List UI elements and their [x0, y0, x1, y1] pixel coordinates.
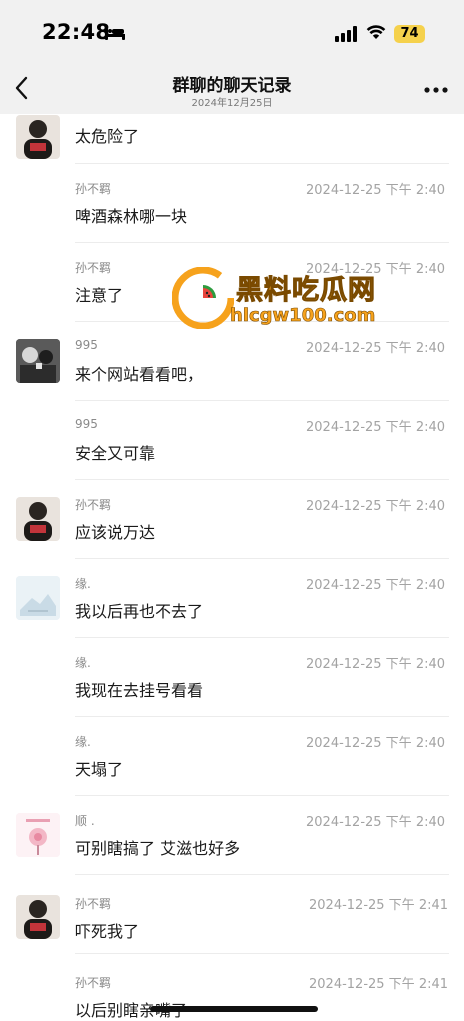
- sender-name: 995: [75, 338, 98, 352]
- list-item[interactable]: 995 2024-12-25 下午 2:40 安全又可靠: [0, 401, 464, 480]
- status-time: 22:48: [42, 20, 111, 44]
- more-dots-icon[interactable]: [424, 86, 448, 94]
- list-item[interactable]: 孙不羁 2024-12-25 下午 2:41 吓死我了: [0, 875, 464, 954]
- wifi-icon: [366, 25, 386, 39]
- avatar: [16, 115, 60, 159]
- avatar: [16, 895, 60, 939]
- list-item[interactable]: 缘. 2024-12-25 下午 2:40 我现在去挂号看看: [0, 638, 464, 717]
- nav-bar: 群聊的聊天记录 2024年12月25日: [0, 62, 464, 114]
- sender-name: 缘.: [75, 577, 91, 591]
- message-time: 2024-12-25 下午 2:40: [306, 341, 446, 356]
- page-subtitle: 2024年12月25日: [191, 98, 273, 109]
- message-time: 2024-12-25 下午 2:41: [309, 977, 449, 992]
- sender-name: 孙不羁: [75, 182, 112, 196]
- avatar: [16, 576, 60, 620]
- list-item[interactable]: 太危险了: [0, 114, 464, 164]
- sender-name: 孙不羁: [75, 261, 112, 275]
- list-item[interactable]: 缘. 2024-12-25 下午 2:40 天塌了: [0, 717, 464, 796]
- message-text: 安全又可靠: [75, 444, 156, 463]
- sleep-focus-icon: [105, 26, 125, 40]
- sender-name: 缘.: [75, 735, 91, 749]
- watermark-title: 黑料吃瓜网: [236, 275, 376, 307]
- message-text: 注意了: [75, 286, 124, 305]
- avatar: [16, 339, 60, 383]
- sender-name: 995: [75, 417, 98, 431]
- status-bar: 22:48 74: [0, 0, 464, 62]
- message-text: 可别瞎搞了 艾滋也好多: [75, 839, 241, 858]
- sender-name: 缘.: [75, 656, 91, 670]
- message-text: 我以后再也不去了: [75, 602, 204, 621]
- list-item[interactable]: 顺 . 2024-12-25 下午 2:40 可别瞎搞了 艾滋也好多: [0, 796, 464, 875]
- message-text: 来个网站看看吧，: [75, 365, 204, 384]
- watermark-logo-icon: [172, 267, 234, 329]
- watermark-url: hlcgw100.com: [230, 305, 376, 327]
- battery-icon: 74: [394, 25, 425, 43]
- home-indicator[interactable]: [150, 1006, 318, 1012]
- cellular-signal-icon: [335, 26, 357, 42]
- avatar: [16, 813, 60, 857]
- message-time: 2024-12-25 下午 2:40: [306, 183, 446, 198]
- message-time: 2024-12-25 下午 2:40: [306, 815, 446, 830]
- message-text: 我现在去挂号看看: [75, 681, 204, 700]
- message-time: 2024-12-25 下午 2:40: [306, 420, 446, 435]
- page-title: 群聊的聊天记录: [172, 76, 292, 96]
- message-text: 吓死我了: [75, 922, 140, 941]
- sender-name: 孙不羁: [75, 897, 112, 911]
- list-item[interactable]: 孙不羁 2024-12-25 下午 2:40 应该说万达: [0, 480, 464, 559]
- message-time: 2024-12-25 下午 2:40: [306, 578, 446, 593]
- message-text: 啤酒森林哪一块: [75, 207, 188, 226]
- list-item[interactable]: 缘. 2024-12-25 下午 2:40 我以后再也不去了: [0, 559, 464, 638]
- list-item[interactable]: 孙不羁 2024-12-25 下午 2:40 啤酒森林哪一块: [0, 164, 464, 243]
- message-time: 2024-12-25 下午 2:40: [306, 657, 446, 672]
- message-text: 天塌了: [75, 760, 124, 779]
- watermark: 黑料吃瓜网 hlcgw100.com: [172, 265, 412, 335]
- message-time: 2024-12-25 下午 2:40: [306, 736, 446, 751]
- message-text: 太危险了: [75, 127, 140, 146]
- sender-name: 孙不羁: [75, 976, 112, 990]
- message-text: 应该说万达: [75, 523, 156, 542]
- avatar: [16, 497, 60, 541]
- sender-name: 顺 .: [75, 814, 95, 828]
- message-time: 2024-12-25 下午 2:41: [309, 898, 449, 913]
- sender-name: 孙不羁: [75, 498, 112, 512]
- message-time: 2024-12-25 下午 2:40: [306, 499, 446, 514]
